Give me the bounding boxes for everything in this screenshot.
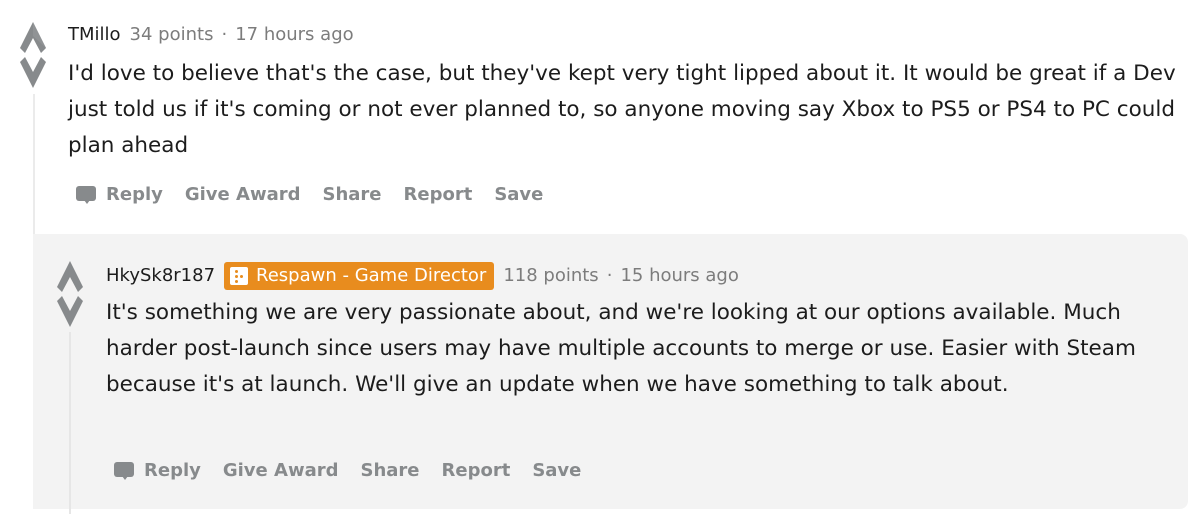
report-button[interactable]: Report <box>404 184 473 205</box>
give-award-button[interactable]: Give Award <box>223 460 339 481</box>
comment-actions: Reply Give Award Share Report Save <box>114 460 603 481</box>
author-name[interactable]: HkySk8r187 <box>106 264 215 288</box>
upvote-arrow-icon[interactable] <box>57 261 83 292</box>
save-button[interactable]: Save <box>532 460 581 481</box>
reply-label: Reply <box>106 184 163 205</box>
reply-label: Reply <box>144 460 201 481</box>
timestamp[interactable]: 15 hours ago <box>620 264 738 288</box>
separator: · <box>606 265 613 286</box>
comment-body: It's something we are very passionate ab… <box>106 300 1136 397</box>
downvote-arrow-icon[interactable] <box>57 296 83 327</box>
flair-label: Respawn - Game Director <box>256 265 487 286</box>
user-flair: Respawn - Game Director <box>224 262 495 290</box>
points: 34 points <box>129 24 214 45</box>
upvote-arrow-icon[interactable] <box>20 22 46 53</box>
timestamp[interactable]: 17 hours ago <box>235 23 353 47</box>
thread-line[interactable] <box>69 332 71 514</box>
reply-button[interactable]: Reply <box>76 184 163 205</box>
author-name[interactable]: TMillo <box>68 23 121 47</box>
downvote-arrow-icon[interactable] <box>20 57 46 88</box>
reply-button[interactable]: Reply <box>114 460 201 481</box>
share-button[interactable]: Share <box>360 460 419 481</box>
share-button[interactable]: Share <box>322 184 381 205</box>
comment-meta: HkySk8r187 Respawn - Game Director 118 p… <box>106 262 739 290</box>
vote-controls <box>20 22 46 88</box>
respawn-logo-icon <box>230 267 249 285</box>
comment-meta: TMillo 34 points · 17 hours ago <box>68 23 354 47</box>
report-button[interactable]: Report <box>442 460 511 481</box>
points: 118 points <box>503 265 599 286</box>
comment-bubble-icon <box>76 185 96 204</box>
separator: · <box>221 24 228 45</box>
thread-line[interactable] <box>33 94 35 234</box>
comment-bubble-icon <box>114 461 134 480</box>
comment-body: I'd love to believe that's the case, but… <box>68 61 1176 158</box>
give-award-button[interactable]: Give Award <box>185 184 301 205</box>
vote-controls <box>57 261 83 327</box>
save-button[interactable]: Save <box>494 184 543 205</box>
comment-actions: Reply Give Award Share Report Save <box>76 184 565 205</box>
